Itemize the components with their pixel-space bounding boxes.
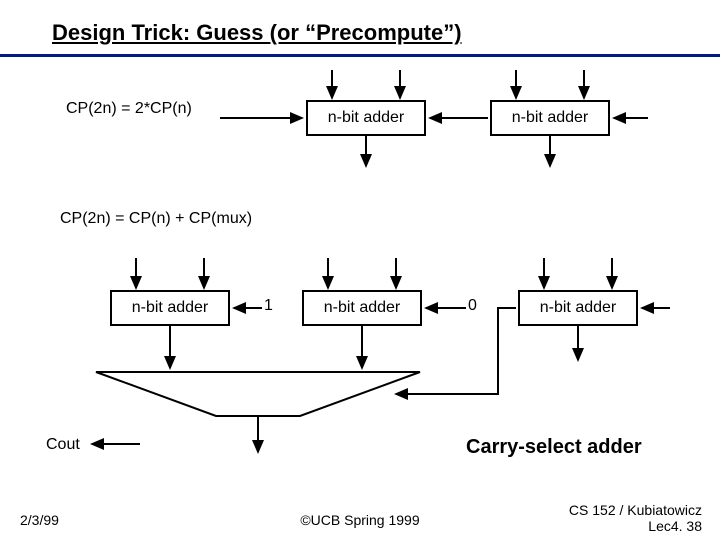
title-underline: [0, 54, 720, 57]
slide-title: Design Trick: Guess (or “Precompute”): [52, 20, 462, 46]
adder-mid-center: n-bit adder: [302, 290, 422, 326]
cout-label: Cout: [46, 436, 80, 454]
adder-mid-right: n-bit adder: [518, 290, 638, 326]
equation-2: CP(2n) = CP(n) + CP(mux): [60, 210, 252, 228]
adder-top-left: n-bit adder: [306, 100, 426, 136]
footer-course: CS 152 / Kubiatowicz Lec4. 38: [569, 502, 702, 534]
carry-in-one: 1: [264, 297, 273, 315]
adder-mid-left: n-bit adder: [110, 290, 230, 326]
adder-top-right: n-bit adder: [490, 100, 610, 136]
diagram-arrows: [0, 0, 720, 540]
footer-course-line2: Lec4. 38: [648, 518, 702, 534]
carry-in-zero: 0: [468, 297, 477, 315]
footer-course-line1: CS 152 / Kubiatowicz: [569, 502, 702, 518]
equation-1: CP(2n) = 2*CP(n): [66, 100, 192, 118]
diagram-caption: Carry-select adder: [466, 436, 642, 459]
